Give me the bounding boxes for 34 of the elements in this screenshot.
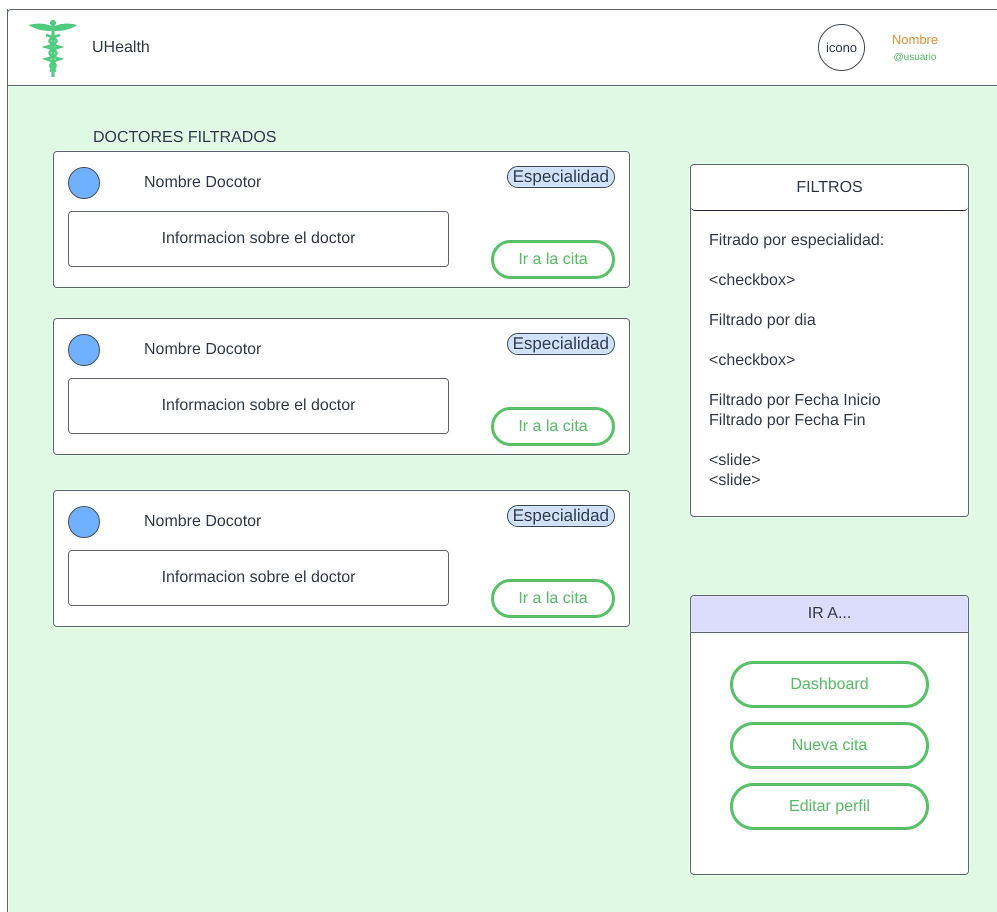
navigation-button[interactable]: Dashboard: [730, 661, 929, 708]
doctor-avatar: [68, 506, 100, 538]
navigation-button[interactable]: Editar perfil: [730, 783, 929, 830]
filter-label: Fitrado por especialidad:: [709, 231, 886, 251]
doctor-info: Informacion sobre el doctor: [68, 550, 449, 606]
filter-label: <slide>: [709, 451, 762, 471]
doctor-name: Nombre Docotor: [144, 173, 262, 193]
specialty-tag: Especialidad: [506, 505, 615, 527]
filters-title: FILTROS: [691, 165, 968, 211]
appointment-button[interactable]: Ir a la cita: [491, 579, 615, 618]
filter-label: Filtrado por Fecha Inicio: [709, 391, 882, 411]
user-avatar: icono: [818, 24, 865, 71]
user-handle: @usuario: [894, 50, 936, 65]
specialty-tag: Especialidad: [506, 333, 615, 355]
doctor-name: Nombre Docotor: [144, 340, 262, 360]
doctor-info: Informacion sobre el doctor: [68, 211, 449, 267]
user-name: Nombre: [892, 31, 938, 50]
navigation-title: IR A...: [691, 596, 968, 633]
filter-label: <checkbox>: [709, 271, 796, 291]
appointment-button[interactable]: Ir a la cita: [491, 407, 615, 446]
doctor-info: Informacion sobre el doctor: [68, 378, 449, 434]
doctor-avatar: [68, 167, 100, 199]
caduceus-icon: [28, 18, 78, 76]
filter-label: <checkbox>: [709, 351, 796, 371]
filter-label: Filtrado por dia: [709, 311, 817, 331]
filter-label: Filtrado por Fecha Fin: [709, 411, 867, 431]
navigation-button[interactable]: Nueva cita: [730, 722, 929, 769]
doctor-name: Nombre Docotor: [144, 512, 262, 532]
doctor-avatar: [68, 334, 100, 366]
appointment-button[interactable]: Ir a la cita: [491, 240, 615, 279]
app-name: UHealth: [92, 38, 150, 58]
filter-label: <slide>: [709, 471, 762, 491]
specialty-tag: Especialidad: [506, 166, 615, 188]
section-title: DOCTORES FILTRADOS: [93, 128, 278, 146]
